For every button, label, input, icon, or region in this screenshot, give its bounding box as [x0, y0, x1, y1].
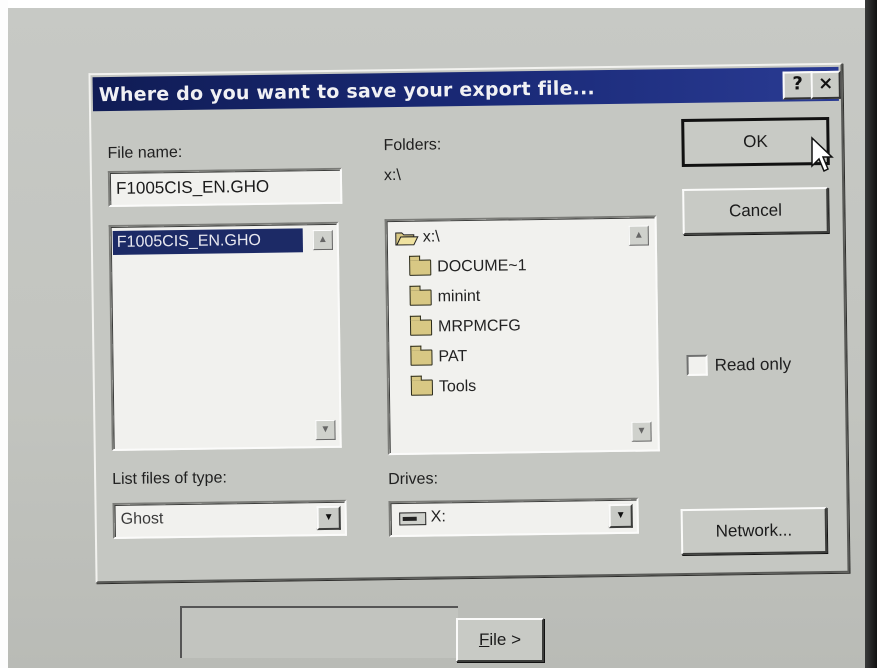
folder-icon	[409, 259, 432, 276]
open-folder-icon	[395, 232, 419, 246]
file-list[interactable]: F1005CIS_EN.GHO ▲ ▼	[108, 221, 342, 452]
cancel-button[interactable]: Cancel	[682, 186, 829, 236]
network-button-label: Network...	[715, 520, 793, 541]
file-type-label: List files of type:	[112, 469, 227, 488]
chevron-down-icon[interactable]: ▼	[316, 505, 341, 531]
folder-item-docume[interactable]: DOCUME~1	[409, 255, 527, 279]
read-only-label[interactable]: Read only	[714, 355, 791, 376]
monitor-bezel-left	[0, 0, 8, 668]
folders-label: Folders:	[383, 136, 442, 155]
file-list-item-selected[interactable]: F1005CIS_EN.GHO	[112, 228, 303, 255]
drives-value: X:	[430, 508, 446, 526]
folder-item-label: Tools	[438, 377, 477, 396]
background-input-field[interactable]	[180, 606, 458, 658]
folder-tree-scroll-down-button[interactable]: ▼	[631, 421, 652, 442]
monitor-bezel-right	[865, 0, 877, 668]
file-list-scroll-up-button[interactable]: ▲	[312, 229, 333, 251]
file-type-value: Ghost	[120, 510, 164, 528]
folder-item-label: MRPMCFG	[437, 317, 521, 336]
file-name-input[interactable]: F1005CIS_EN.GHO	[107, 167, 343, 208]
folder-item-label: DOCUME~1	[437, 257, 527, 276]
folder-item-tools[interactable]: Tools	[410, 376, 477, 399]
folder-item-label: minint	[437, 287, 481, 306]
chevron-down-icon[interactable]: ▼	[608, 503, 633, 529]
folder-item-pat[interactable]: PAT	[410, 346, 467, 369]
dialog-title: Where do you want to save your export fi…	[98, 77, 595, 107]
help-icon: ?	[792, 73, 804, 95]
close-icon: ×	[817, 72, 834, 95]
file-name-value: F1005CIS_EN.GHO	[115, 176, 270, 198]
cancel-button-label: Cancel	[728, 200, 783, 221]
folder-item-label: x:\	[422, 228, 440, 246]
drive-icon	[399, 512, 427, 526]
folder-icon	[409, 289, 432, 306]
drives-select[interactable]: X: ▼	[388, 497, 639, 538]
file-button-accelerator: F	[478, 630, 490, 649]
folder-icon	[410, 379, 434, 396]
folder-item-mrpmcfg[interactable]: MRPMCFG	[409, 315, 521, 339]
read-only-checkbox[interactable]	[686, 354, 708, 376]
folder-tree[interactable]: x:\ DOCUME~1 minint MRPMCFG PAT Tools ▲ …	[384, 215, 660, 456]
folder-icon	[409, 319, 433, 336]
file-name-label: File name:	[107, 143, 183, 163]
ok-button[interactable]: OK	[681, 116, 830, 168]
folder-icon	[410, 349, 433, 366]
ok-button-label: OK	[743, 131, 768, 152]
folder-item-root[interactable]: x:\	[395, 226, 440, 249]
title-bar[interactable]: Where do you want to save your export fi…	[92, 66, 841, 112]
mouse-cursor-icon	[811, 136, 834, 173]
close-button[interactable]: ×	[810, 70, 841, 100]
save-export-dialog: Where do you want to save your export fi…	[88, 62, 850, 584]
network-button[interactable]: Network...	[680, 507, 828, 556]
folder-item-label: PAT	[438, 348, 468, 366]
file-list-item-label: F1005CIS_EN.GHO	[116, 231, 262, 251]
folder-tree-scroll-up-button[interactable]: ▲	[628, 225, 649, 246]
current-folder-path: x:\	[383, 166, 401, 185]
file-next-button[interactable]: File >	[456, 618, 544, 662]
monitor-bezel-top	[0, 0, 877, 8]
drives-label: Drives:	[388, 470, 439, 489]
folder-item-minint[interactable]: minint	[409, 286, 480, 309]
help-button[interactable]: ?	[782, 71, 813, 100]
file-list-scroll-down-button[interactable]: ▼	[315, 419, 336, 441]
file-type-select[interactable]: Ghost ▼	[112, 499, 347, 539]
file-button-label-rest: ile >	[489, 630, 522, 649]
